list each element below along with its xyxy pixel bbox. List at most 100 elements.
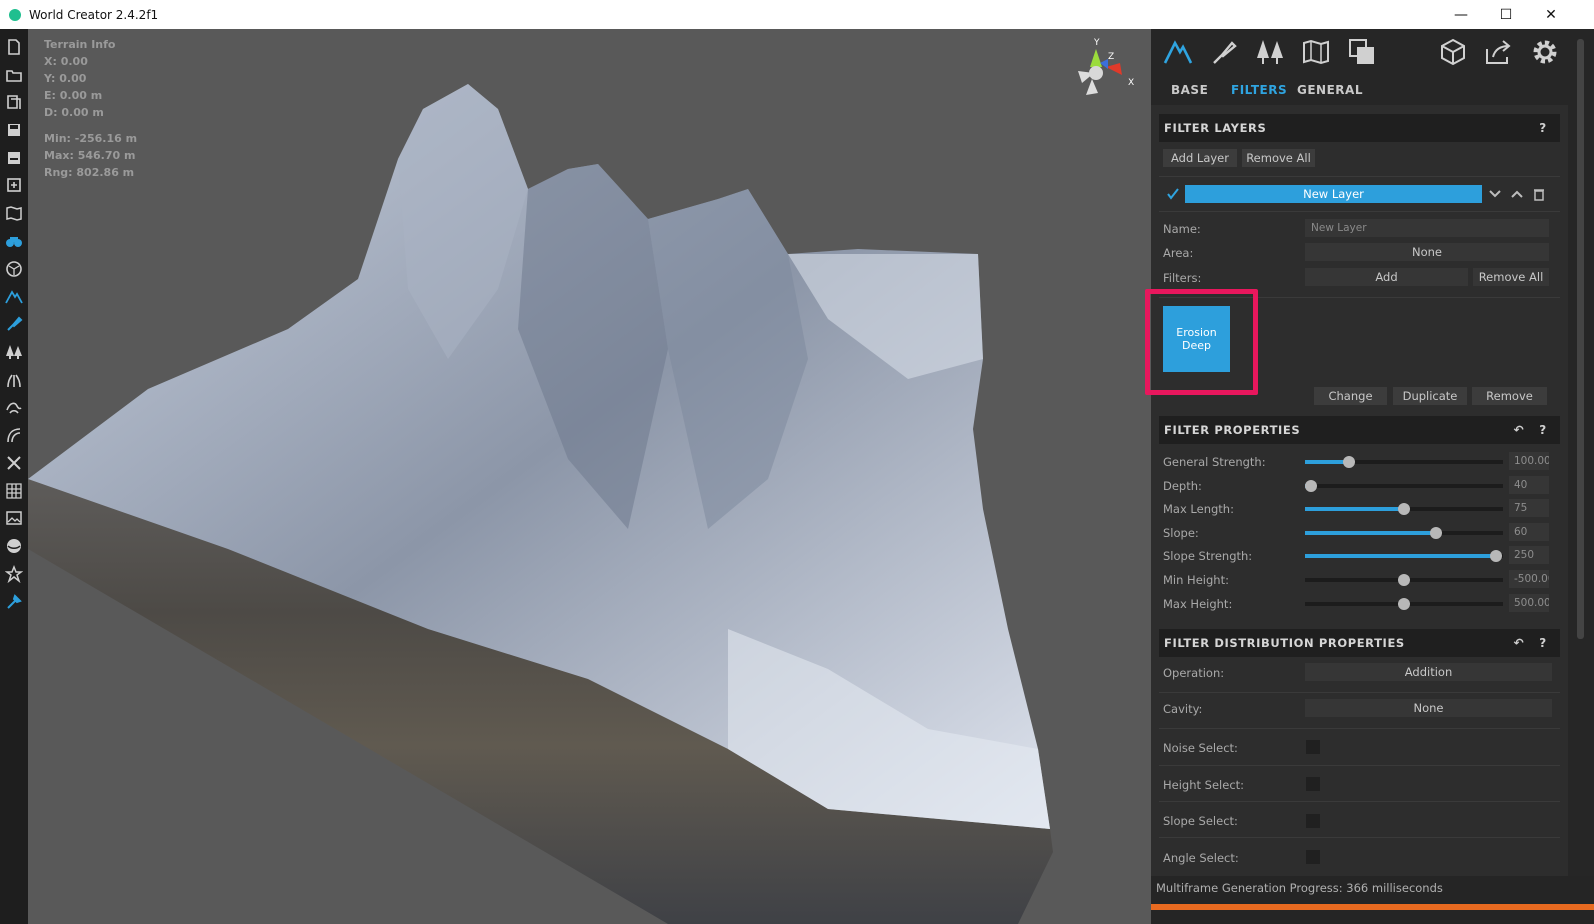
minimize-button[interactable]: — [1438, 0, 1484, 29]
property-value-input[interactable]: -500.00 [1509, 570, 1549, 588]
map-icon[interactable] [4, 203, 24, 223]
property-value-input[interactable]: 75 [1509, 499, 1549, 518]
terrain-mode-icon[interactable] [1161, 35, 1195, 69]
property-value-input[interactable]: 100.00 [1509, 452, 1549, 470]
add-layer-button[interactable]: Add Layer [1163, 149, 1237, 167]
slider-knob[interactable] [1398, 574, 1410, 586]
grass-icon[interactable] [4, 370, 24, 390]
map-mode-icon[interactable] [1299, 35, 1333, 69]
import-icon[interactable] [4, 175, 24, 195]
filter-properties-help-button[interactable]: ? [1536, 416, 1550, 444]
sphere-icon[interactable] [4, 536, 24, 556]
noise-select-checkbox[interactable] [1306, 740, 1320, 754]
move-down-icon[interactable] [1487, 186, 1503, 202]
save-as-icon[interactable] [4, 148, 24, 168]
trees-icon[interactable] [4, 342, 24, 362]
water-icon[interactable] [4, 397, 24, 417]
filter-distribution-help-button[interactable]: ? [1536, 629, 1550, 657]
slider-knob[interactable] [1304, 479, 1317, 492]
operation-select[interactable]: Addition [1305, 663, 1552, 681]
add-filter-button[interactable]: Add [1305, 268, 1468, 286]
filter-distribution-title: FILTER DISTRIBUTION PROPERTIES [1164, 636, 1405, 650]
layers-mode-icon[interactable] [1345, 35, 1379, 69]
terrain-icon[interactable] [4, 287, 24, 307]
filter-layers-help-button[interactable]: ? [1536, 114, 1550, 142]
image-icon[interactable] [4, 508, 24, 528]
layer-name-input[interactable]: New Layer [1305, 219, 1549, 237]
remove-all-layers-button[interactable]: Remove All [1242, 149, 1315, 167]
property-value-input[interactable]: 60 [1509, 522, 1549, 541]
divider [1159, 728, 1560, 729]
settings-icon[interactable] [1528, 35, 1562, 69]
open-folder-icon[interactable] [4, 65, 24, 85]
pipette-icon[interactable] [4, 592, 24, 612]
progress-fill [1151, 904, 1594, 910]
scrollbar-thumb[interactable] [1577, 39, 1584, 639]
open-project-icon[interactable] [4, 92, 24, 112]
layer-item-new-layer[interactable]: New Layer [1185, 185, 1482, 203]
tools-icon[interactable] [4, 453, 24, 473]
binoculars-icon[interactable] [4, 231, 24, 251]
delete-layer-icon[interactable] [1531, 186, 1547, 202]
angle-select-checkbox[interactable] [1306, 850, 1320, 864]
trees-mode-icon[interactable] [1253, 35, 1287, 69]
property-value-input[interactable]: 40 [1509, 475, 1549, 494]
area-label: Area: [1163, 246, 1194, 260]
terrain-info-rng: Rng: 802.86 m [44, 166, 135, 179]
tab-filters[interactable]: FILTERS [1231, 83, 1287, 97]
name-label: Name: [1163, 222, 1201, 236]
divider [1159, 211, 1560, 212]
orientation-gizmo[interactable]: Y Z X [1068, 37, 1138, 117]
cavity-select[interactable]: None [1305, 699, 1552, 717]
export-3d-icon[interactable] [1436, 35, 1470, 69]
filters-label: Filters: [1163, 271, 1202, 285]
remove-all-filters-button[interactable]: Remove All [1473, 268, 1549, 286]
terrain-info-min: Min: -256.16 m [44, 132, 138, 145]
globe-icon[interactable] [4, 259, 24, 279]
move-up-icon[interactable] [1509, 186, 1525, 202]
title-bar: World Creator 2.4.2f1 — ☐ ✕ [0, 0, 1594, 29]
change-filter-button[interactable]: Change [1314, 387, 1387, 405]
property-slider[interactable] [1305, 526, 1503, 539]
grid-icon[interactable] [4, 481, 24, 501]
tab-base[interactable]: BASE [1171, 83, 1208, 97]
panel-scrollbar[interactable] [1568, 29, 1594, 876]
slider-knob[interactable] [1398, 597, 1410, 610]
property-slider[interactable] [1305, 597, 1503, 610]
reset-icon[interactable]: ↶ [1512, 416, 1526, 444]
star-icon[interactable] [4, 564, 24, 584]
property-label: Min Height: [1163, 573, 1229, 587]
brush-icon[interactable] [4, 314, 24, 334]
slider-knob[interactable] [1429, 526, 1442, 539]
property-label: General Strength: [1163, 455, 1266, 469]
remove-filter-button[interactable]: Remove [1472, 387, 1547, 405]
save-icon[interactable] [4, 120, 24, 140]
property-slider[interactable] [1305, 574, 1503, 586]
slope-select-checkbox[interactable] [1306, 814, 1320, 828]
share-icon[interactable] [1481, 35, 1515, 69]
property-slider[interactable] [1305, 503, 1503, 516]
tab-general[interactable]: GENERAL [1297, 83, 1363, 97]
brush-mode-icon[interactable] [1207, 35, 1241, 69]
layer-visible-checkmark-icon[interactable] [1165, 186, 1181, 202]
property-slider[interactable] [1304, 479, 1503, 492]
filter-layers-header: FILTER LAYERS ? [1159, 114, 1560, 142]
filter-distribution-header: FILTER DISTRIBUTION PROPERTIES ↶ ? [1159, 629, 1560, 657]
slider-knob[interactable] [1342, 456, 1355, 468]
new-file-icon[interactable] [4, 37, 24, 57]
property-slider[interactable] [1305, 456, 1503, 468]
3d-viewport[interactable]: Terrain Info X: 0.00 Y: 0.00 E: 0.00 m D… [28, 29, 1151, 924]
duplicate-filter-button[interactable]: Duplicate [1393, 387, 1467, 405]
property-slider[interactable] [1305, 550, 1503, 563]
property-value-input[interactable]: 500.00 [1509, 593, 1549, 612]
reset-icon[interactable]: ↶ [1512, 629, 1526, 657]
property-value-input[interactable]: 250 [1509, 546, 1549, 565]
maximize-button[interactable]: ☐ [1483, 0, 1529, 29]
property-label: Slope Strength: [1163, 549, 1253, 564]
area-select[interactable]: None [1305, 243, 1549, 261]
height-select-checkbox[interactable] [1306, 777, 1320, 791]
close-button[interactable]: ✕ [1528, 0, 1574, 29]
slider-knob[interactable] [1398, 503, 1410, 516]
roads-icon[interactable] [4, 425, 24, 445]
slider-knob[interactable] [1490, 550, 1503, 563]
